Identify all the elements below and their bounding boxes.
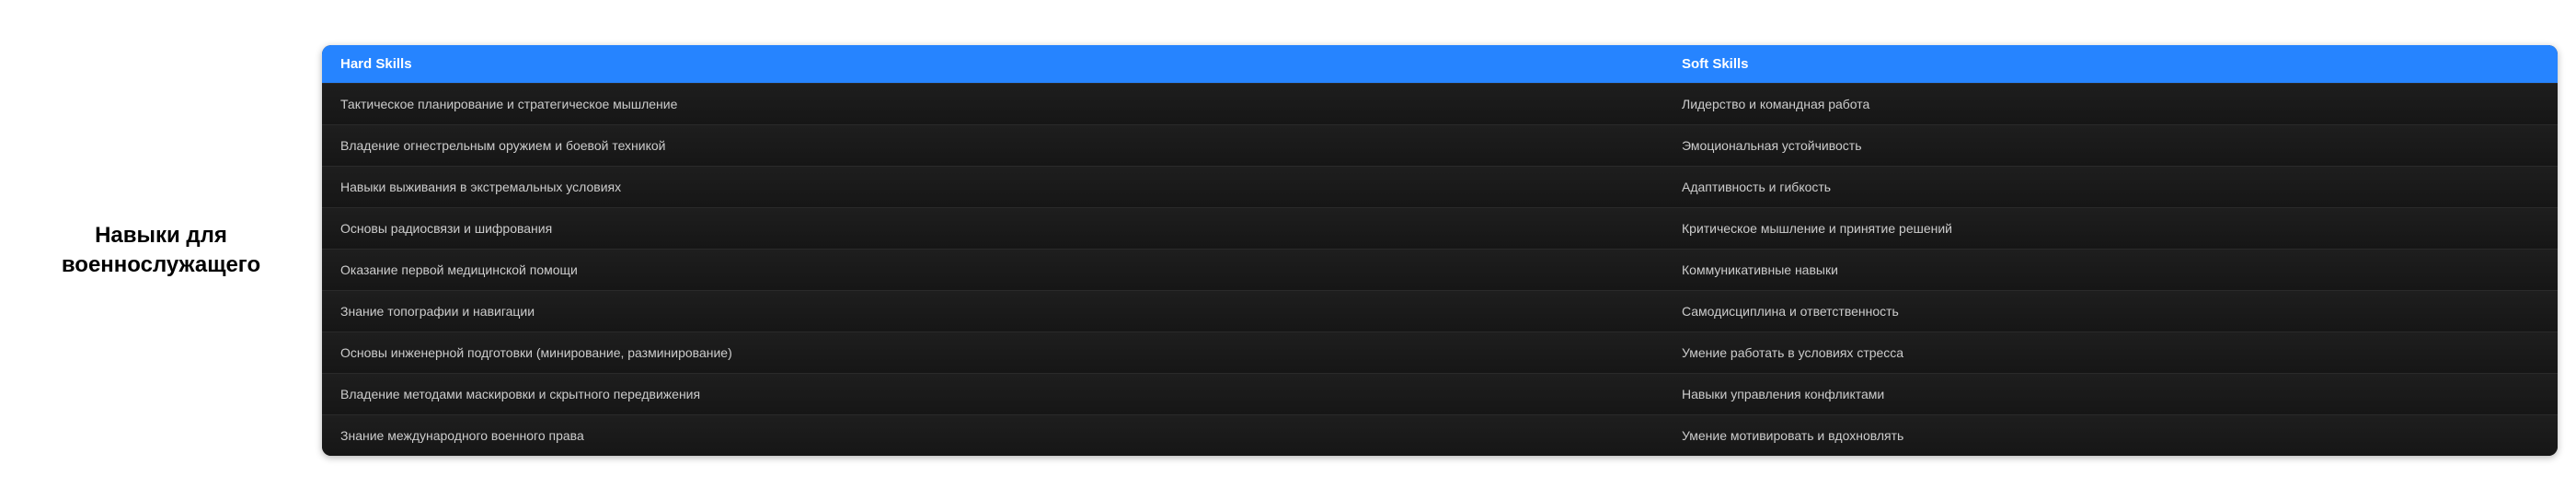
cell-hard-skill: Владение огнестрельным оружием и боевой …	[322, 125, 1663, 166]
cell-soft-skill: Навыки управления конфликтами	[1663, 374, 2558, 414]
cell-hard-skill: Основы инженерной подготовки (минировани…	[322, 332, 1663, 373]
cell-hard-skill: Навыки выживания в экстремальных условия…	[322, 167, 1663, 207]
page-title: Навыки для военнослужащего	[18, 221, 304, 278]
cell-hard-skill: Основы радиосвязи и шифрования	[322, 208, 1663, 249]
cell-soft-skill: Коммуникативные навыки	[1663, 250, 2558, 290]
cell-hard-skill: Тактическое планирование и стратегическо…	[322, 84, 1663, 124]
table-row: Знание топографии и навигацииСамодисципл…	[322, 290, 2558, 331]
header-hard-skills: Hard Skills	[322, 45, 1663, 83]
table-row: Основы радиосвязи и шифрованияКритическо…	[322, 207, 2558, 249]
skills-table: Hard Skills Soft Skills Тактическое план…	[322, 45, 2558, 456]
cell-soft-skill: Лидерство и командная работа	[1663, 84, 2558, 124]
table-row: Знание международного военного праваУмен…	[322, 414, 2558, 456]
table-row: Навыки выживания в экстремальных условия…	[322, 166, 2558, 207]
cell-hard-skill: Владение методами маскировки и скрытного…	[322, 374, 1663, 414]
cell-hard-skill: Знание международного военного права	[322, 415, 1663, 456]
table-row: Основы инженерной подготовки (минировани…	[322, 331, 2558, 373]
cell-soft-skill: Адаптивность и гибкость	[1663, 167, 2558, 207]
table-row: Тактическое планирование и стратегическо…	[322, 83, 2558, 124]
cell-hard-skill: Оказание первой медицинской помощи	[322, 250, 1663, 290]
cell-soft-skill: Эмоциональная устойчивость	[1663, 125, 2558, 166]
cell-soft-skill: Умение работать в условиях стресса	[1663, 332, 2558, 373]
table-row: Оказание первой медицинской помощиКоммун…	[322, 249, 2558, 290]
cell-soft-skill: Самодисциплина и ответственность	[1663, 291, 2558, 331]
header-soft-skills: Soft Skills	[1663, 45, 2558, 83]
cell-soft-skill: Умение мотивировать и вдохновлять	[1663, 415, 2558, 456]
title-panel: Навыки для военнослужащего	[0, 221, 322, 278]
cell-soft-skill: Критическое мышление и принятие решений	[1663, 208, 2558, 249]
table-row: Владение методами маскировки и скрытного…	[322, 373, 2558, 414]
table-header: Hard Skills Soft Skills	[322, 45, 2558, 83]
skills-table-container: Hard Skills Soft Skills Тактическое план…	[322, 45, 2576, 456]
cell-hard-skill: Знание топографии и навигации	[322, 291, 1663, 331]
table-row: Владение огнестрельным оружием и боевой …	[322, 124, 2558, 166]
